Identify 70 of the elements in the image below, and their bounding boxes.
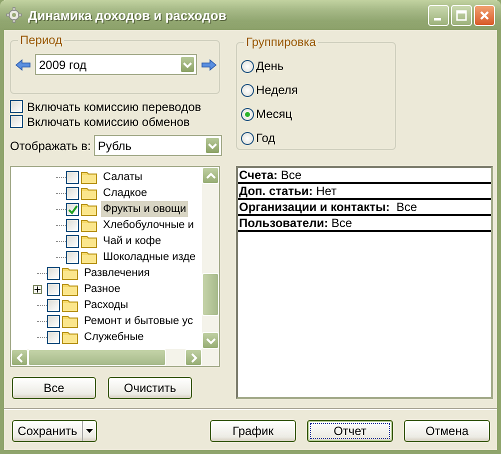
tree-item[interactable]: Служебные [82,329,146,345]
radio-button[interactable] [241,84,254,96]
right-arrow-icon[interactable] [201,58,217,70]
summary-line: Пользователи: Все [238,216,491,232]
checkbox[interactable] [47,330,60,344]
scroll-thumb[interactable] [202,273,219,316]
checkbox[interactable] [66,250,79,264]
checkbox[interactable] [66,234,79,248]
left-arrow-icon[interactable] [15,58,31,70]
folder-icon [81,202,97,216]
tree-item[interactable]: Ремонт и бытовые ус [82,313,196,329]
expand-icon[interactable] [33,284,42,294]
checkbox[interactable] [10,115,23,128]
group-legend: Группировка [244,35,318,49]
tree-item[interactable]: Хлебобулочные и [101,217,196,233]
folder-icon [62,298,78,312]
folder-icon [81,186,97,200]
folder-icon [81,234,97,248]
folder-icon [81,250,97,264]
checkbox[interactable] [66,170,79,184]
checkbox[interactable] [47,314,60,328]
checkbox-label: Включать комиссию переводов [27,100,202,114]
checkbox[interactable] [66,202,79,216]
checkbox[interactable] [66,186,79,200]
checkbox-label: Включать комиссию обменов [27,114,190,128]
radio-button[interactable] [241,60,254,72]
summary-line: Счета: Все [238,168,491,184]
checkbox[interactable] [47,298,60,312]
tree-item[interactable]: Развлечения [82,265,152,281]
save-button[interactable]: Сохранить [12,420,97,442]
tree-item[interactable]: Чай и кофе [101,233,164,249]
button[interactable]: Очистить [108,377,192,399]
scroll-thumb[interactable] [28,349,166,366]
checkbox[interactable] [47,282,60,296]
radio-label: Год [256,131,276,145]
folder-icon [62,330,78,344]
radio-label: День [256,59,284,73]
horizontal-scrollbar[interactable] [11,349,219,366]
currency-dropdown[interactable]: Рубль [94,135,222,156]
button[interactable]: Все [12,377,96,399]
checkbox[interactable] [10,100,23,113]
radio-label: Месяц [256,107,292,121]
tree-item[interactable]: Сладкое [101,185,150,201]
caret-icon[interactable] [85,428,94,434]
folder-icon [62,266,78,280]
field-label: Отображать в: [10,138,91,152]
folder-icon [62,282,78,296]
gear-icon [6,7,22,23]
button[interactable]: Отмена [404,420,490,442]
window-title: Динамика доходов и расходов [28,8,226,22]
checkbox[interactable] [47,266,60,280]
folder-icon [81,218,97,232]
tree-item[interactable]: Фрукты и овощи [101,201,188,217]
tree-item[interactable]: Салаты [101,169,144,185]
tree-item[interactable]: Разное [82,281,122,297]
summary-line: Организации и контакты: Все [238,200,491,216]
checkbox[interactable] [66,218,79,232]
radio-button[interactable] [241,132,254,144]
period-dropdown[interactable]: 2009 год [35,54,197,75]
folder-icon [62,314,78,328]
summary-line: Доп. статьи: Нет [238,184,491,200]
button[interactable]: Отчет [307,420,393,442]
button[interactable]: График [210,420,296,442]
vertical-scrollbar[interactable] [202,167,219,349]
folder-icon [81,170,97,184]
tree-item[interactable]: Расходы [82,297,130,313]
tree-item[interactable]: Шоколадные изде [101,249,198,265]
group-legend: Период [18,33,64,47]
radio-button[interactable] [241,108,254,120]
radio-label: Неделя [256,83,298,97]
